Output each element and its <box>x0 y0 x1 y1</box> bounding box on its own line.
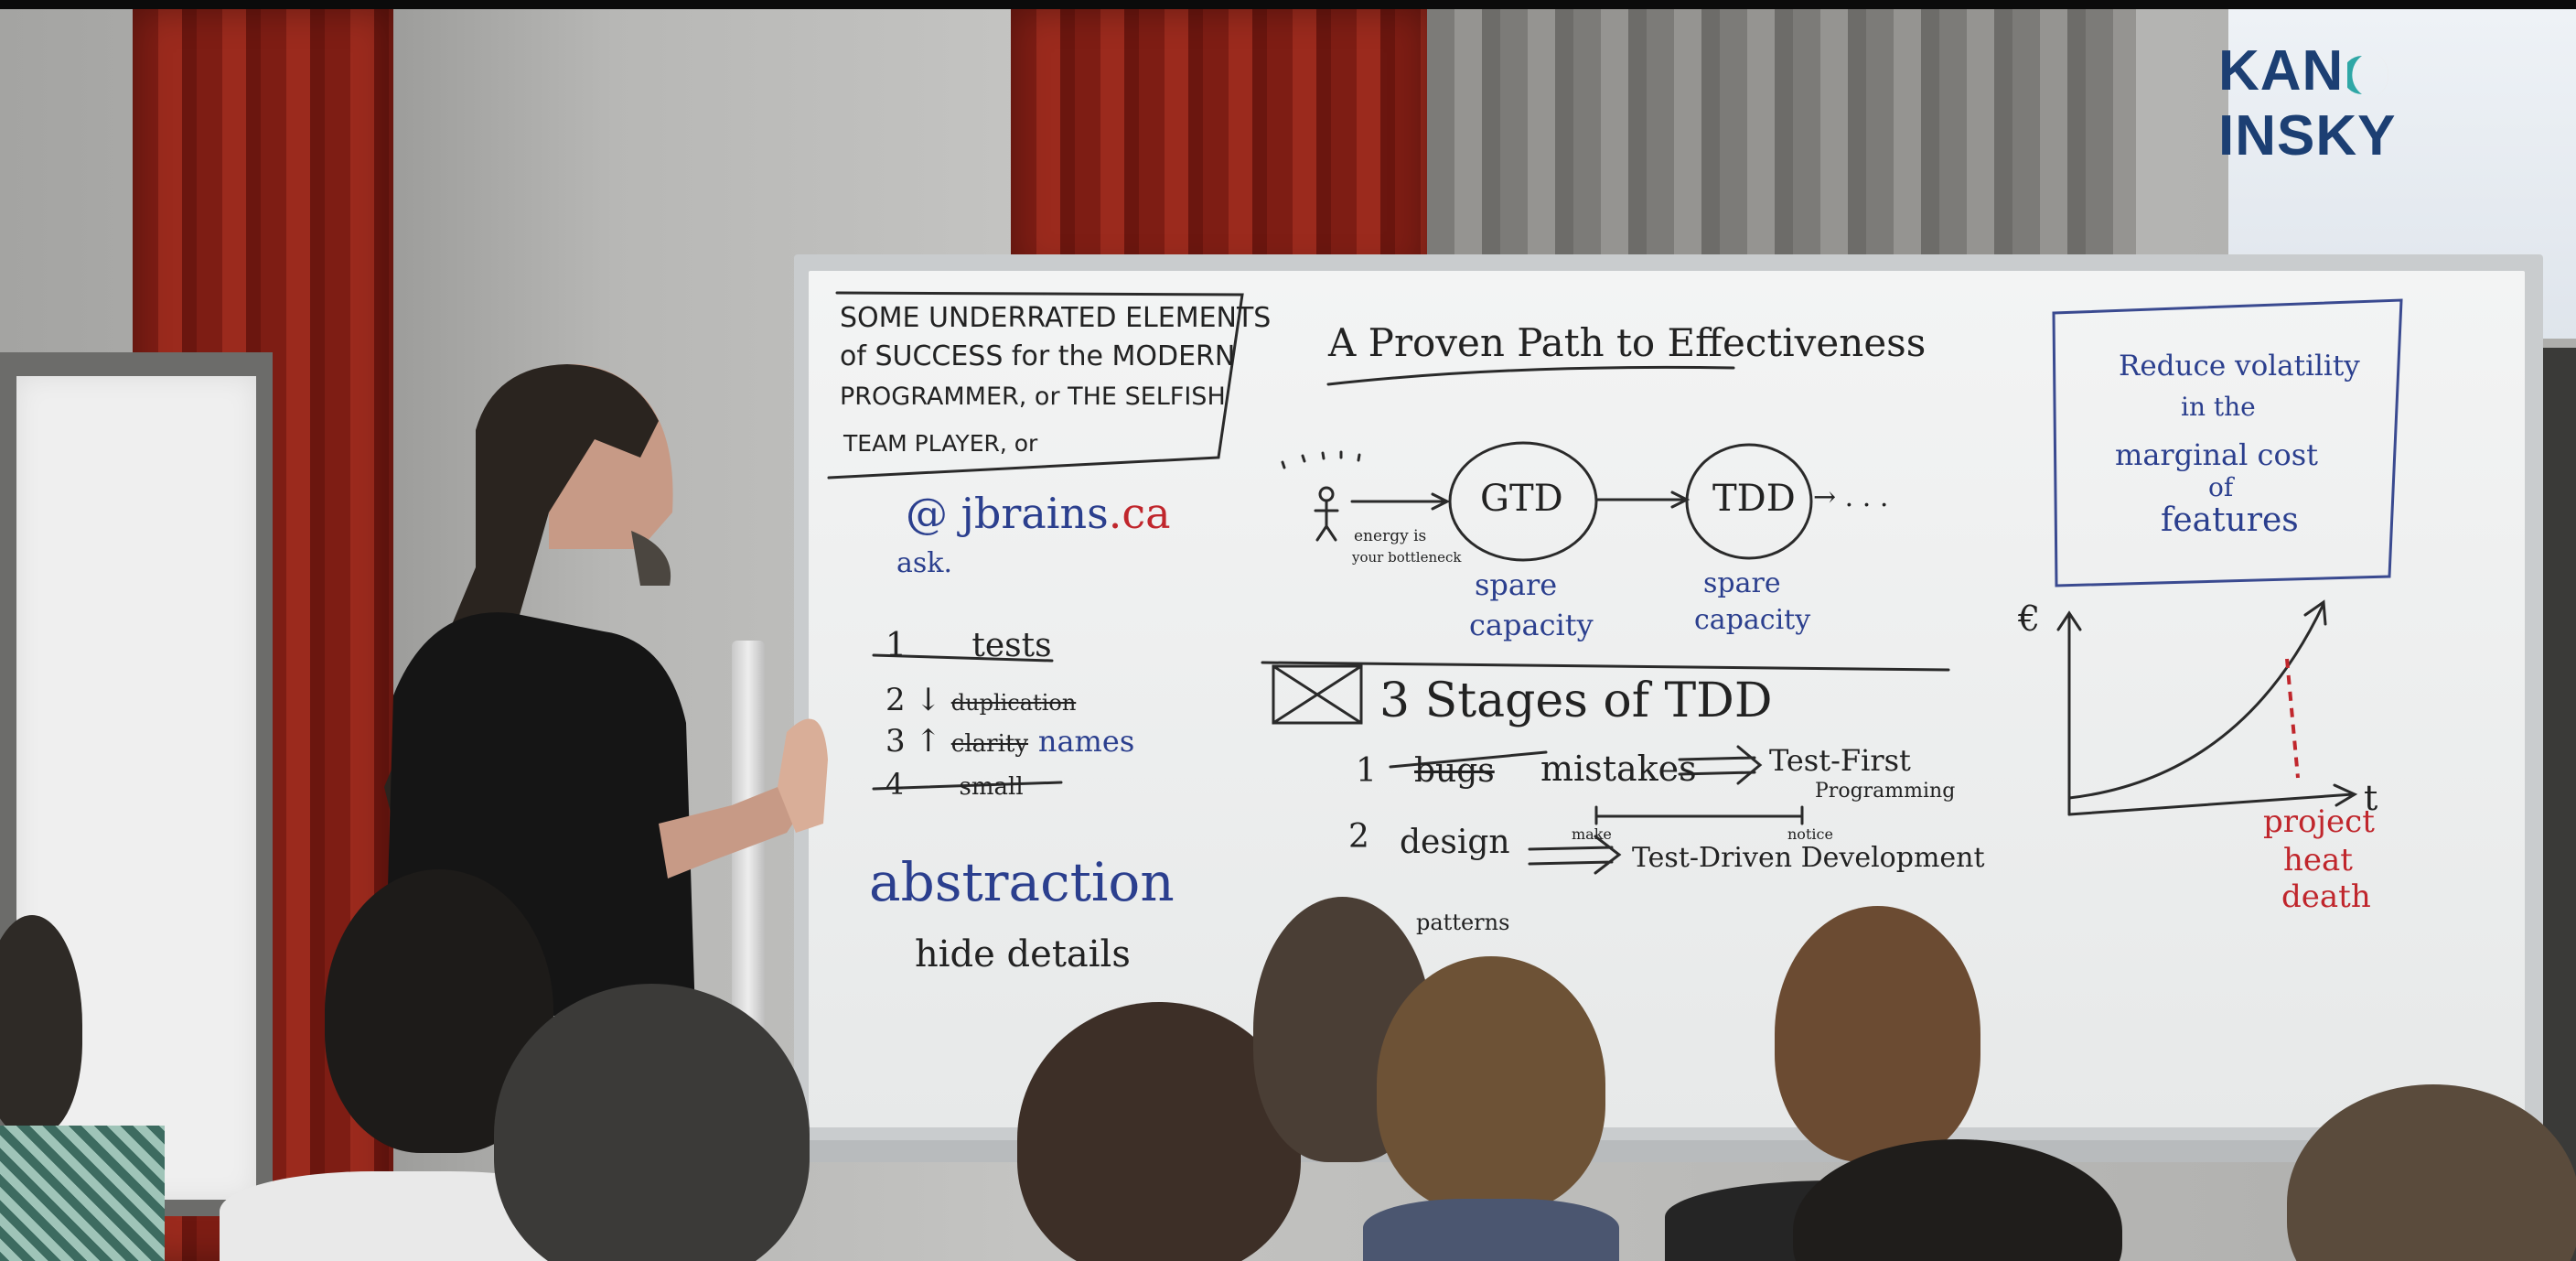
audience-head-6 <box>1377 956 1605 1212</box>
audience-head-7 <box>1775 906 1980 1162</box>
audience-shirt-1 <box>0 1126 165 1261</box>
audience-shirt-6 <box>1363 1199 1619 1261</box>
lecture-scene: KANINSKY SOME UNDERRATED ELEMENTS of SUC… <box>0 0 2576 1261</box>
